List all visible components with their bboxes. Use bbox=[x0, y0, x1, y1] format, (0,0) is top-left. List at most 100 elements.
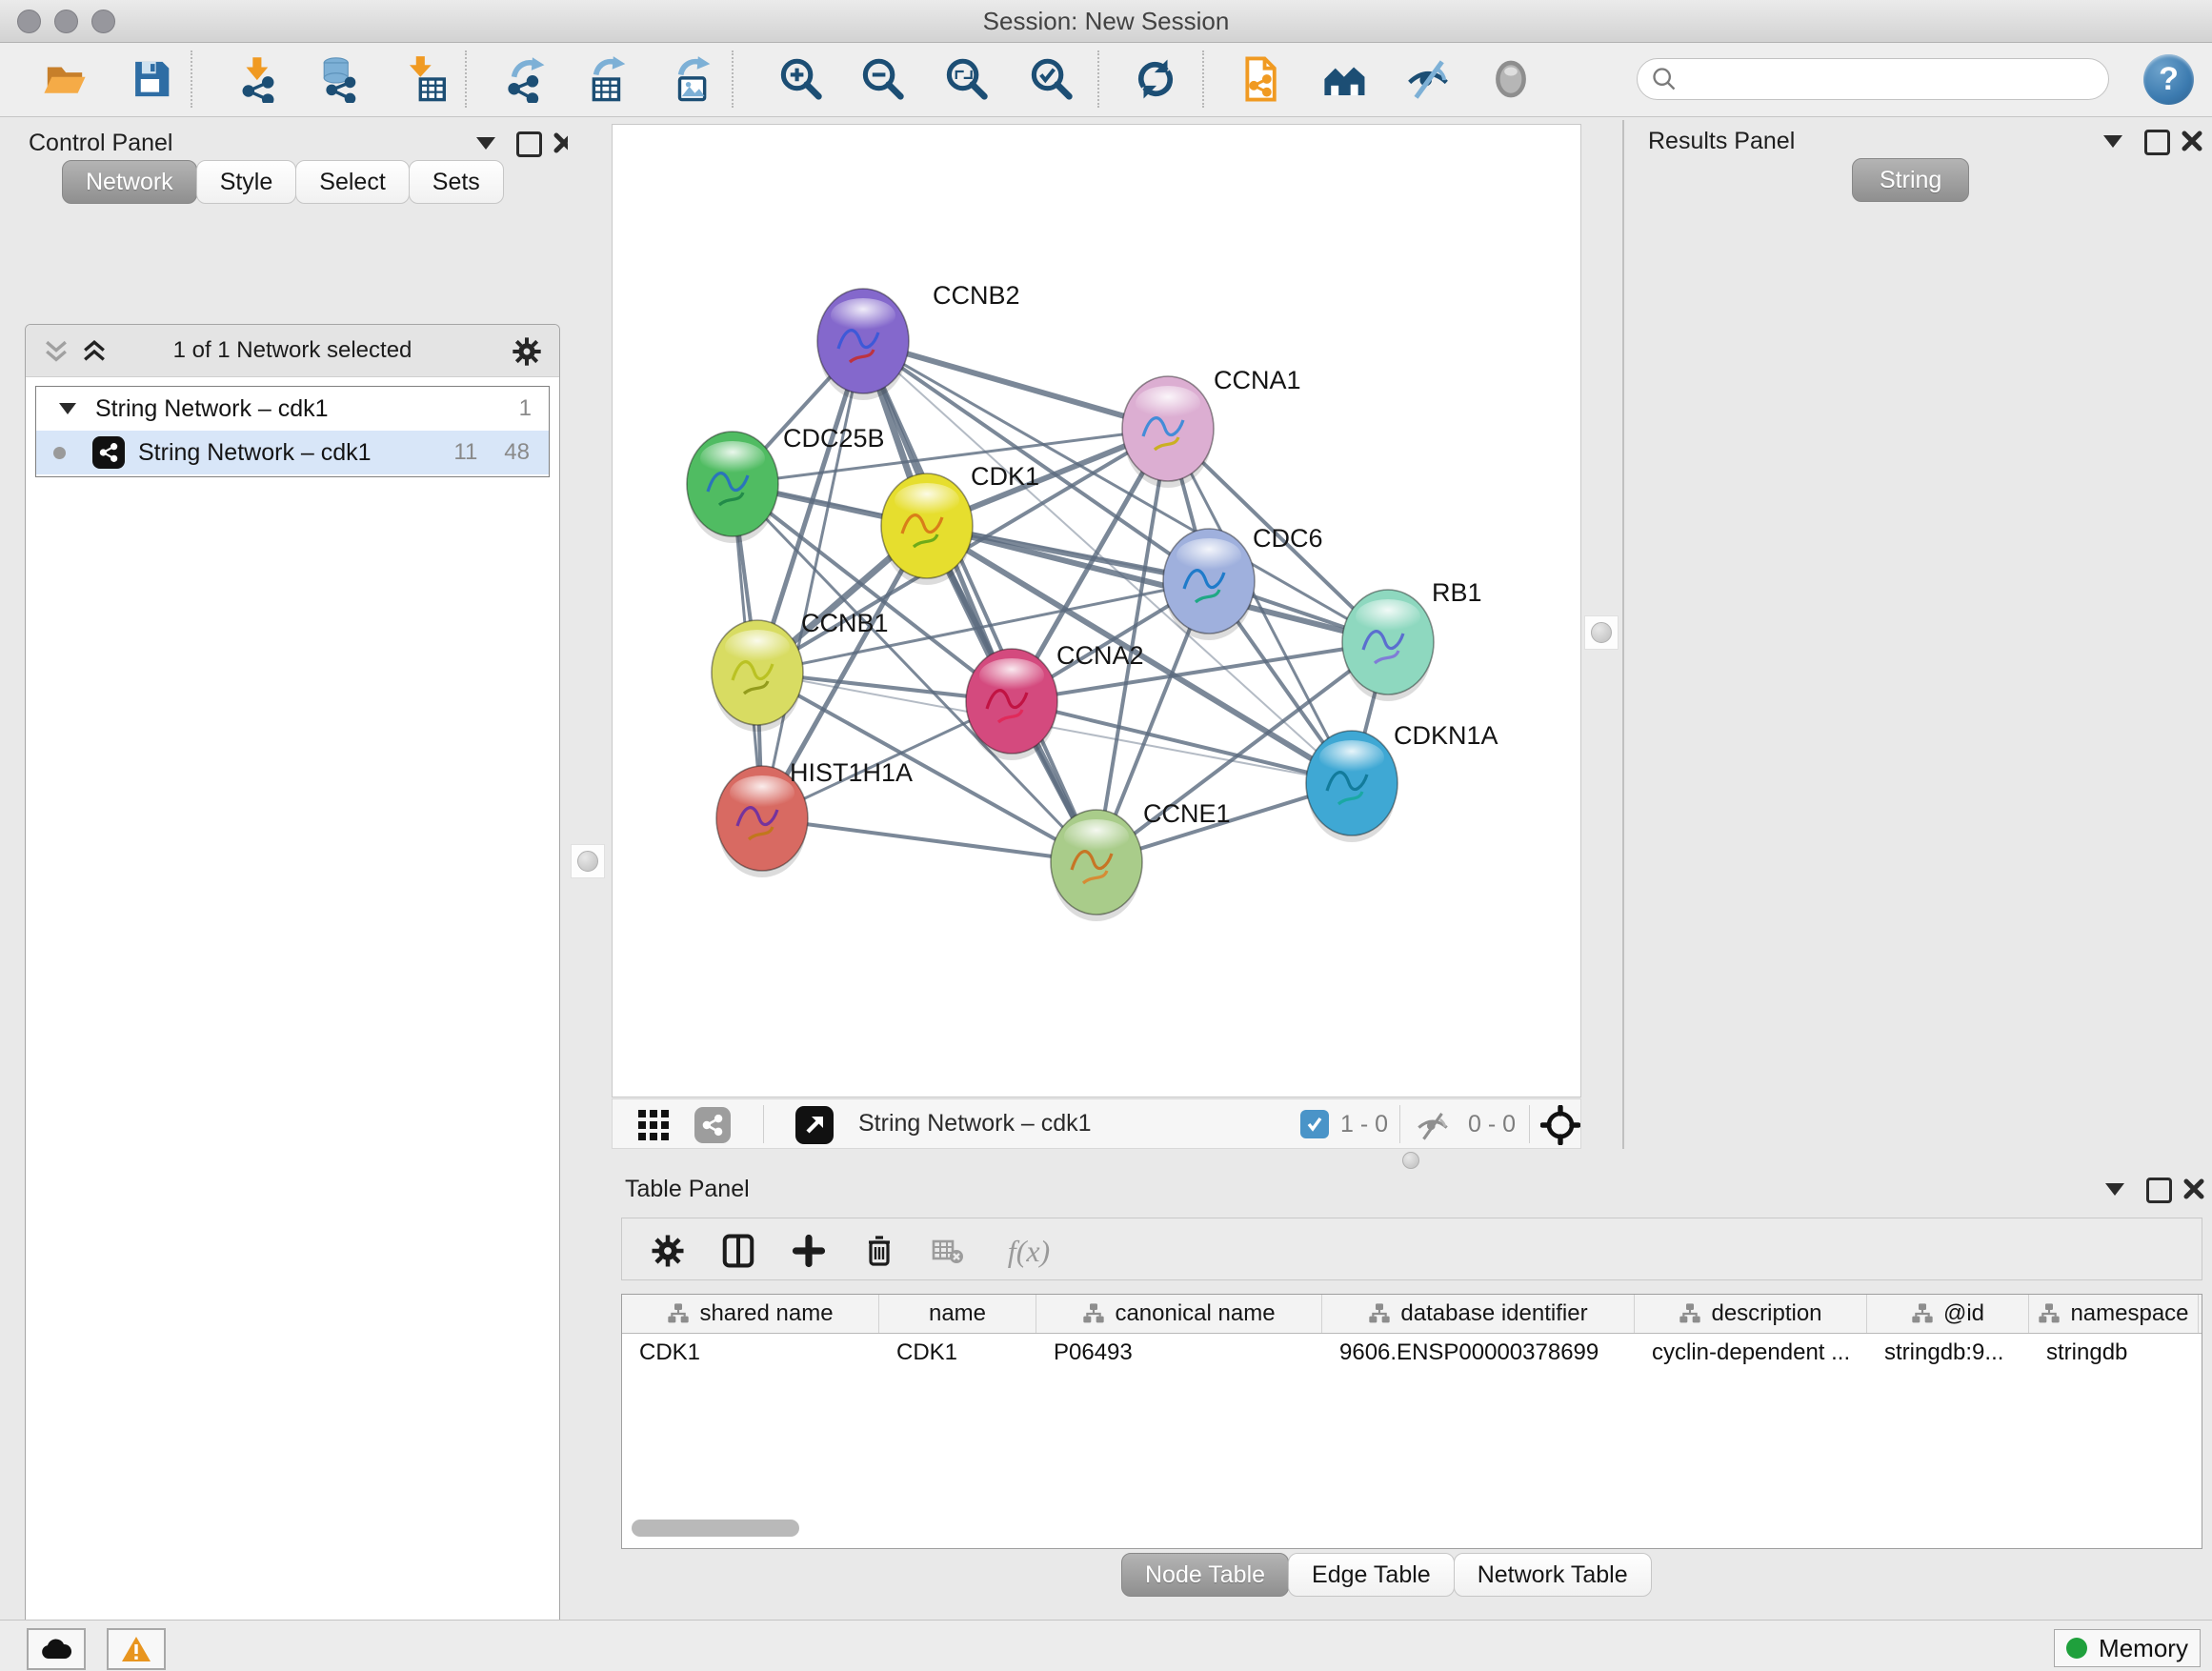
tab-sets[interactable]: Sets bbox=[409, 160, 504, 204]
column-header-@id[interactable]: @id bbox=[1867, 1295, 2029, 1333]
export-table-icon[interactable] bbox=[578, 50, 635, 108]
memory-status-dot-icon bbox=[2066, 1638, 2087, 1659]
network-edge[interactable] bbox=[762, 818, 1096, 862]
table-row[interactable]: CDK1CDK1P064939606.ENSP00000378699cyclin… bbox=[622, 1334, 2202, 1372]
hide-selected-icon[interactable] bbox=[1399, 50, 1457, 108]
tab-node-table[interactable]: Node Table bbox=[1121, 1553, 1289, 1597]
panel-close-icon[interactable] bbox=[2182, 1178, 2205, 1200]
table-cell[interactable]: stringdb bbox=[2029, 1334, 2199, 1372]
tab-string[interactable]: String bbox=[1852, 158, 1969, 202]
export-image-icon[interactable] bbox=[663, 50, 720, 108]
network-collection-row[interactable]: String Network – cdk1 1 bbox=[36, 387, 549, 431]
panel-menu-icon[interactable] bbox=[476, 137, 495, 150]
column-type-icon bbox=[667, 1302, 690, 1325]
column-header-label: @id bbox=[1943, 1300, 1984, 1327]
column-header-description[interactable]: description bbox=[1635, 1295, 1867, 1333]
network-edge[interactable] bbox=[863, 341, 1168, 429]
delete-table-icon[interactable] bbox=[923, 1226, 973, 1276]
column-header-namespace[interactable]: namespace bbox=[2029, 1295, 2199, 1333]
column-header-label: database identifier bbox=[1400, 1300, 1587, 1327]
right-splitter-handle[interactable] bbox=[1584, 615, 1619, 650]
right-splitter[interactable] bbox=[1581, 120, 1624, 1149]
cloud-status-button[interactable] bbox=[27, 1628, 86, 1670]
network-edge[interactable] bbox=[762, 341, 863, 818]
panel-close-icon[interactable] bbox=[2181, 130, 2203, 152]
column-type-icon bbox=[1368, 1302, 1391, 1325]
panel-float-icon[interactable] bbox=[2144, 130, 2170, 155]
panel-float-icon[interactable] bbox=[516, 131, 542, 157]
tab-network[interactable]: Network bbox=[62, 160, 197, 204]
left-splitter-handle[interactable] bbox=[571, 844, 605, 878]
network-tree: String Network – cdk1 1 String Network –… bbox=[35, 386, 550, 477]
fit-selection-crosshair-icon[interactable] bbox=[1540, 1105, 1580, 1145]
delete-column-icon[interactable] bbox=[855, 1226, 904, 1276]
table-cell[interactable]: CDK1 bbox=[879, 1334, 1036, 1372]
footer-separator bbox=[1399, 1105, 1400, 1143]
add-column-icon[interactable] bbox=[784, 1226, 834, 1276]
column-header-name[interactable]: name bbox=[879, 1295, 1036, 1333]
footer-separator bbox=[1529, 1105, 1530, 1143]
export-network-icon[interactable] bbox=[496, 50, 553, 108]
table-settings-gear-icon[interactable] bbox=[643, 1226, 693, 1276]
zoom-out-icon[interactable] bbox=[854, 50, 911, 108]
table-body: CDK1CDK1P064939606.ENSP00000378699cyclin… bbox=[622, 1334, 2202, 1372]
table-cell[interactable]: P06493 bbox=[1036, 1334, 1322, 1372]
search-icon bbox=[1651, 66, 1678, 92]
open-session-icon[interactable] bbox=[36, 50, 93, 108]
zoom-selected-icon[interactable] bbox=[1022, 50, 1079, 108]
horizontal-splitter-handle[interactable] bbox=[1402, 1152, 1419, 1169]
import-network-from-file-icon[interactable] bbox=[230, 50, 287, 108]
tab-network-table[interactable]: Network Table bbox=[1454, 1553, 1652, 1597]
footer-separator bbox=[763, 1105, 764, 1143]
network-share-view-icon[interactable] bbox=[694, 1107, 731, 1143]
zoom-in-icon[interactable] bbox=[772, 50, 829, 108]
cloud-icon bbox=[40, 1638, 72, 1661]
column-header-canonical-name[interactable]: canonical name bbox=[1036, 1295, 1322, 1333]
save-session-icon[interactable] bbox=[122, 50, 179, 108]
title-bar: Session: New Session bbox=[0, 0, 2212, 43]
warning-status-button[interactable] bbox=[107, 1628, 166, 1670]
panel-float-icon[interactable] bbox=[2146, 1178, 2172, 1203]
left-splitter[interactable] bbox=[568, 120, 612, 1593]
new-network-from-selection-icon[interactable] bbox=[1232, 50, 1289, 108]
table-cell[interactable]: stringdb:9... bbox=[1867, 1334, 2029, 1372]
network-list-header: 1 of 1 Network selected bbox=[26, 325, 559, 377]
birdseye-view-icon[interactable] bbox=[795, 1106, 834, 1144]
panel-menu-icon[interactable] bbox=[2103, 135, 2122, 148]
network-canvas[interactable]: CCNB2CCNA1CDC25BCDK1CDC6RB1CCNB1CCNA2CDK… bbox=[612, 124, 1581, 1097]
grid-view-icon[interactable] bbox=[637, 1109, 670, 1141]
show-all-icon[interactable] bbox=[1482, 50, 1539, 108]
horizontal-splitter[interactable] bbox=[612, 1149, 2212, 1172]
zoom-fit-content-icon[interactable] bbox=[937, 50, 995, 108]
import-network-from-database-icon[interactable] bbox=[310, 50, 367, 108]
refresh-view-icon[interactable] bbox=[1127, 50, 1184, 108]
string-protein-query-icon[interactable] bbox=[1317, 50, 1374, 108]
results-panel: Results Panel String Expand All Collapse… bbox=[1622, 120, 2212, 1149]
panel-menu-icon[interactable] bbox=[2105, 1183, 2124, 1196]
network-graph: CCNB2CCNA1CDC25BCDK1CDC6RB1CCNB1CCNA2CDK… bbox=[613, 125, 1580, 1097]
table-cell[interactable]: CDK1 bbox=[622, 1334, 879, 1372]
network-row[interactable]: String Network – cdk1 11 48 bbox=[36, 431, 549, 474]
function-builder-icon[interactable]: f(x) bbox=[986, 1226, 1072, 1276]
search-input[interactable] bbox=[1678, 65, 2108, 93]
network-options-gear-icon[interactable] bbox=[512, 336, 542, 367]
column-header-label: namespace bbox=[2070, 1300, 2188, 1327]
node-label: HIST1H1A bbox=[790, 758, 913, 787]
horizontal-scrollbar[interactable] bbox=[632, 1520, 799, 1537]
collection-label: String Network – cdk1 bbox=[95, 395, 329, 423]
column-header-shared-name[interactable]: shared name bbox=[622, 1295, 879, 1333]
memory-button[interactable]: Memory bbox=[2054, 1629, 2201, 1667]
show-columns-icon[interactable] bbox=[714, 1226, 763, 1276]
tab-style[interactable]: Style bbox=[196, 160, 297, 204]
table-cell[interactable]: 9606.ENSP00000378699 bbox=[1322, 1334, 1635, 1372]
column-header-database-identifier[interactable]: database identifier bbox=[1322, 1295, 1635, 1333]
import-table-from-file-icon[interactable] bbox=[397, 50, 454, 108]
help-icon[interactable]: ? bbox=[2143, 54, 2194, 105]
node-gloss bbox=[700, 441, 765, 475]
collection-expand-icon[interactable] bbox=[59, 403, 76, 414]
node-gloss bbox=[730, 775, 794, 810]
selected-checkbox-icon[interactable] bbox=[1300, 1110, 1329, 1138]
tab-select[interactable]: Select bbox=[295, 160, 409, 204]
tab-edge-table[interactable]: Edge Table bbox=[1288, 1553, 1455, 1597]
table-cell[interactable]: cyclin-dependent ... bbox=[1635, 1334, 1867, 1372]
